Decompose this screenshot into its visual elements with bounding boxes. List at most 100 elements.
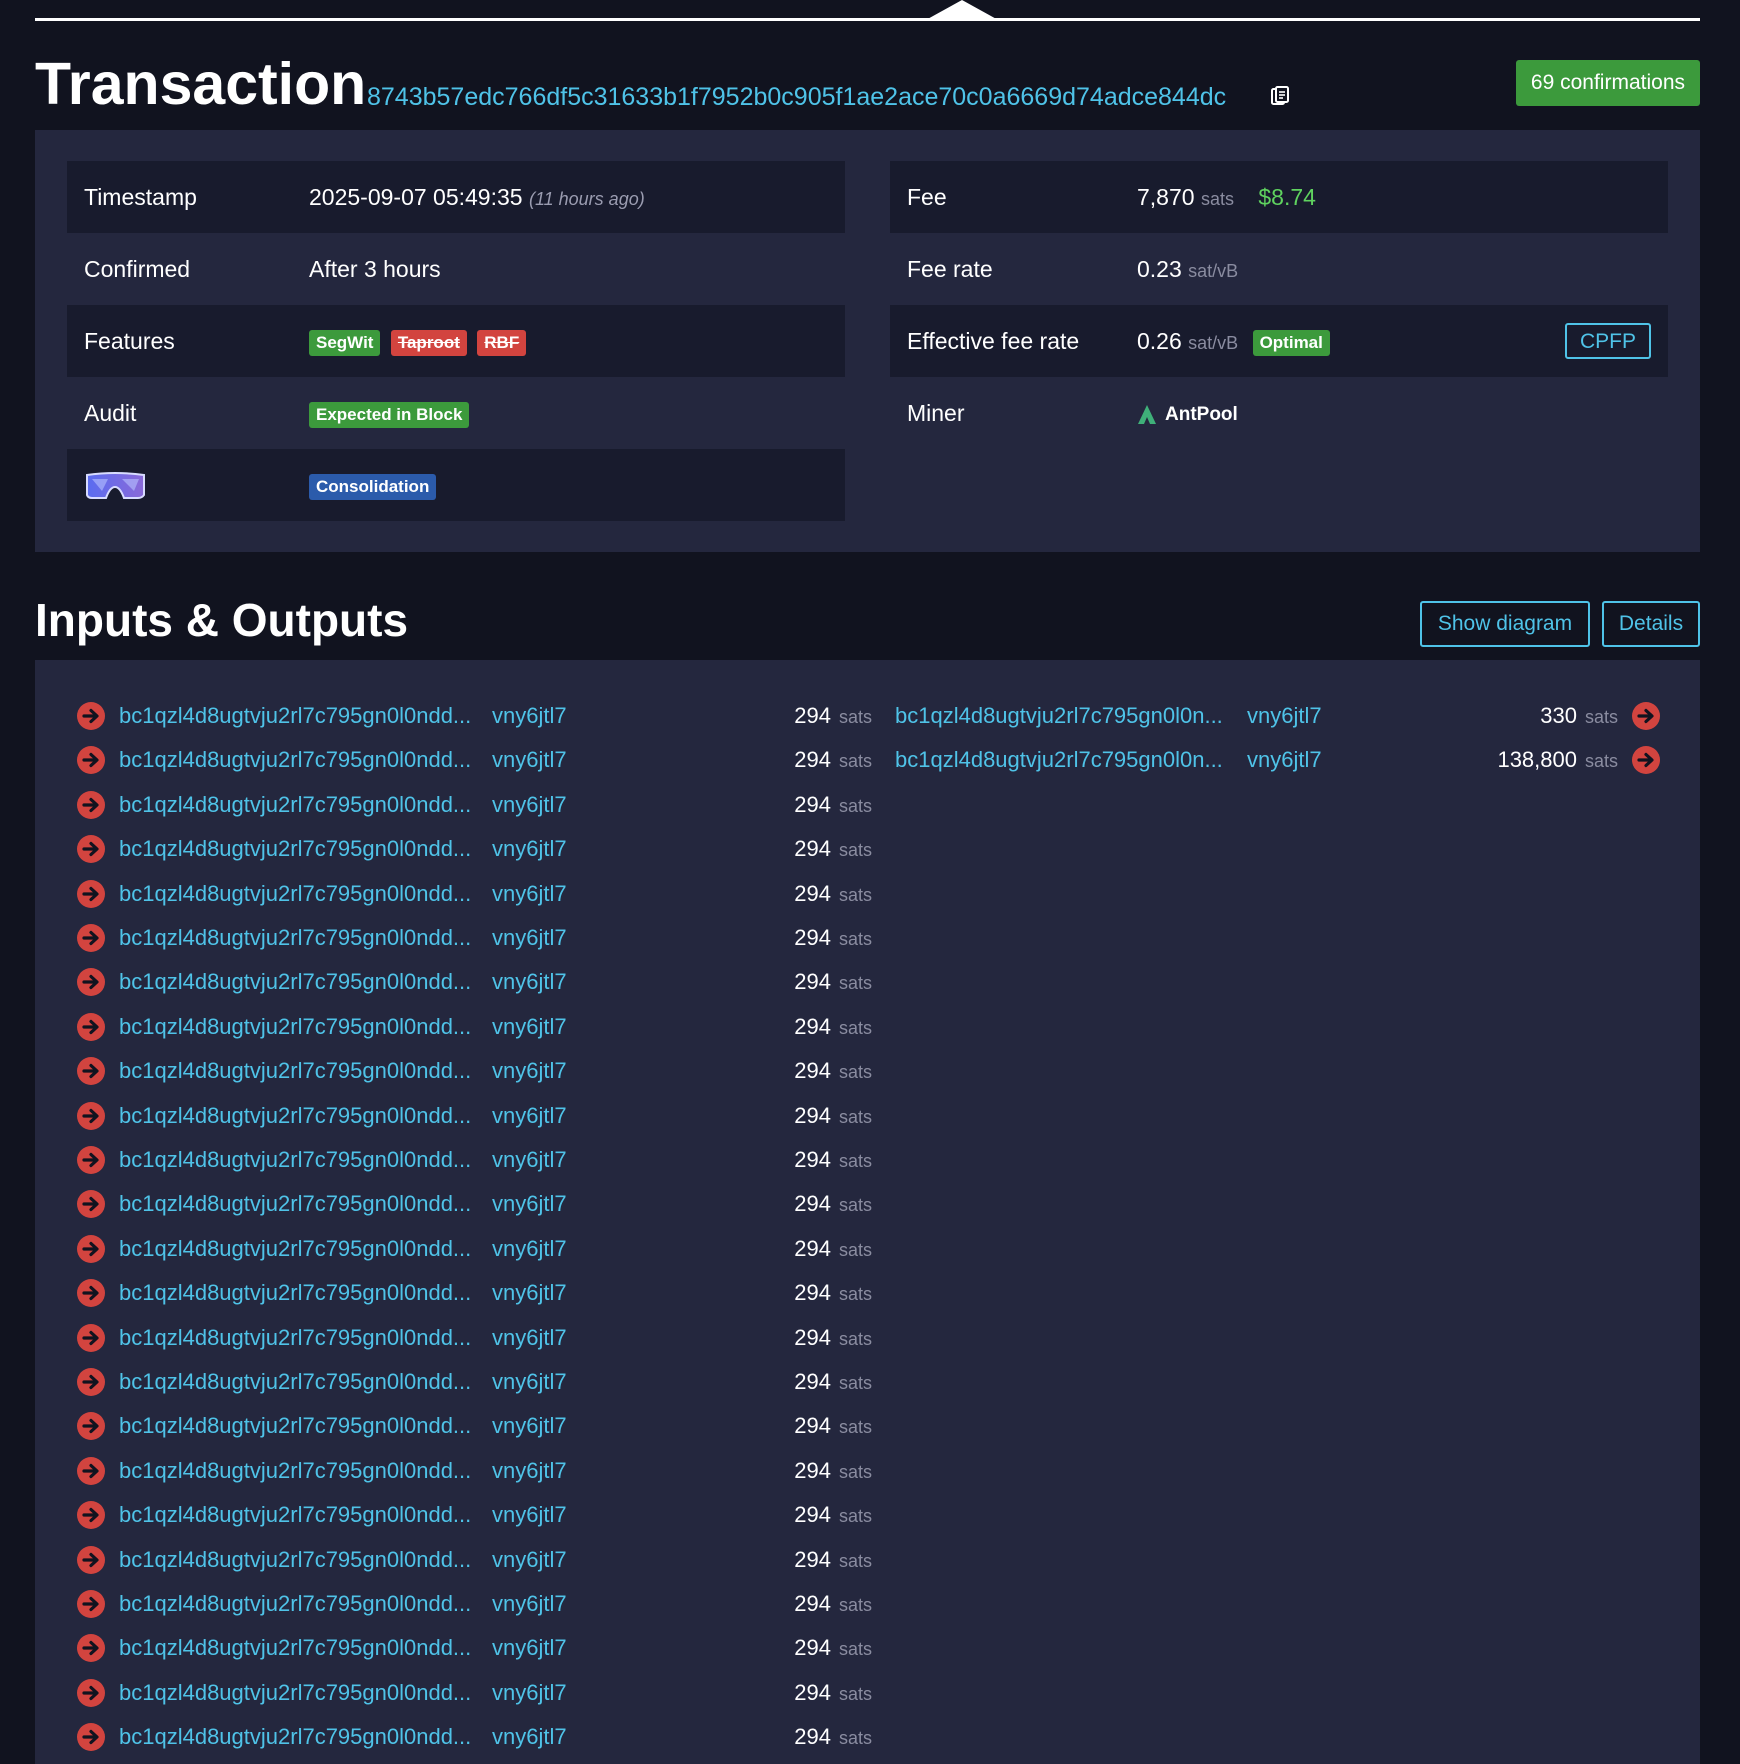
cpfp-button[interactable]: CPFP xyxy=(1564,323,1651,359)
input-address-start[interactable]: bc1qzl4d8ugtvju2rl7c795gn0l0ndd... xyxy=(119,1449,471,1493)
input-arrow-icon[interactable] xyxy=(77,1323,105,1352)
input-address-end[interactable]: vny6jtl7 xyxy=(492,1493,567,1537)
input-amount: 294 sats xyxy=(794,1316,872,1361)
input-arrow-icon[interactable] xyxy=(77,1501,105,1530)
input-address-end[interactable]: vny6jtl7 xyxy=(492,1138,567,1182)
input-address-end[interactable]: vny6jtl7 xyxy=(492,738,567,782)
input-address-start[interactable]: bc1qzl4d8ugtvju2rl7c795gn0l0ndd... xyxy=(119,1094,471,1138)
input-arrow-icon[interactable] xyxy=(77,1545,105,1574)
input-arrow-icon[interactable] xyxy=(77,1456,105,1485)
input-address-start[interactable]: bc1qzl4d8ugtvju2rl7c795gn0l0ndd... xyxy=(119,1182,471,1226)
output-address-end[interactable]: vny6jtl7 xyxy=(1247,738,1322,782)
output-address-start[interactable]: bc1qzl4d8ugtvju2rl7c795gn0l0n... xyxy=(895,738,1223,782)
input-address-end[interactable]: vny6jtl7 xyxy=(492,694,567,738)
input-arrow-icon[interactable] xyxy=(77,790,105,819)
input-address-start[interactable]: bc1qzl4d8ugtvju2rl7c795gn0l0ndd... xyxy=(119,1360,471,1404)
input-address-end[interactable]: vny6jtl7 xyxy=(492,1582,567,1626)
input-arrow-icon[interactable] xyxy=(77,1234,105,1263)
input-address-start[interactable]: bc1qzl4d8ugtvju2rl7c795gn0l0ndd... xyxy=(119,1582,471,1626)
txid-link[interactable]: 8743b57edc766df5c31633b1f7952b0c905f1ae2… xyxy=(367,81,1226,113)
input-address-end[interactable]: vny6jtl7 xyxy=(492,1094,567,1138)
input-address-start[interactable]: bc1qzl4d8ugtvju2rl7c795gn0l0ndd... xyxy=(119,1493,471,1537)
input-row: bc1qzl4d8ugtvju2rl7c795gn0l0ndd... vny6jt… xyxy=(35,694,872,738)
input-address-end[interactable]: vny6jtl7 xyxy=(492,960,567,1004)
input-address-end[interactable]: vny6jtl7 xyxy=(492,1316,567,1360)
input-amount-unit: sats xyxy=(838,929,872,949)
input-address-start[interactable]: bc1qzl4d8ugtvju2rl7c795gn0l0ndd... xyxy=(119,916,471,960)
input-amount: 294 sats xyxy=(794,1626,872,1671)
consolidation-badge[interactable]: Consolidation xyxy=(309,473,437,500)
audit-value: Expected in Block xyxy=(309,377,473,449)
miner-name[interactable]: AntPool xyxy=(1165,404,1238,425)
optimal-badge[interactable]: Optimal xyxy=(1252,329,1330,356)
input-arrow-icon[interactable] xyxy=(77,1101,105,1130)
input-address-end[interactable]: vny6jtl7 xyxy=(492,1626,567,1670)
input-address-start[interactable]: bc1qzl4d8ugtvju2rl7c795gn0l0ndd... xyxy=(119,1049,471,1093)
input-address-start[interactable]: bc1qzl4d8ugtvju2rl7c795gn0l0ndd... xyxy=(119,1671,471,1715)
input-arrow-icon[interactable] xyxy=(77,1678,105,1707)
input-address-start[interactable]: bc1qzl4d8ugtvju2rl7c795gn0l0ndd... xyxy=(119,1715,471,1759)
transaction-details-panel: Timestamp 2025-09-07 05:49:35 (11 hours … xyxy=(35,130,1700,552)
input-arrow-icon[interactable] xyxy=(77,924,105,952)
output-address-end[interactable]: vny6jtl7 xyxy=(1247,694,1322,738)
miner-value[interactable]: AntPool xyxy=(1137,377,1238,451)
input-address-end[interactable]: vny6jtl7 xyxy=(492,1005,567,1049)
output-arrow-icon[interactable] xyxy=(1632,746,1660,775)
input-address-start[interactable]: bc1qzl4d8ugtvju2rl7c795gn0l0ndd... xyxy=(119,827,471,871)
input-address-start[interactable]: bc1qzl4d8ugtvju2rl7c795gn0l0ndd... xyxy=(119,694,471,738)
input-arrow-icon[interactable] xyxy=(77,1012,105,1041)
input-arrow-icon[interactable] xyxy=(77,1412,105,1441)
input-arrow-icon[interactable] xyxy=(77,968,105,997)
input-address-start[interactable]: bc1qzl4d8ugtvju2rl7c795gn0l0ndd... xyxy=(119,1271,471,1315)
input-address-start[interactable]: bc1qzl4d8ugtvju2rl7c795gn0l0ndd... xyxy=(119,738,471,782)
input-address-start[interactable]: bc1qzl4d8ugtvju2rl7c795gn0l0ndd... xyxy=(119,1626,471,1670)
input-arrow-icon[interactable] xyxy=(77,1057,105,1086)
details-button[interactable]: Details xyxy=(1602,601,1700,647)
input-address-end[interactable]: vny6jtl7 xyxy=(492,872,567,916)
input-arrow-icon[interactable] xyxy=(77,1190,105,1219)
input-arrow-icon[interactable] xyxy=(77,1146,105,1174)
input-arrow-icon[interactable] xyxy=(77,702,105,730)
input-amount-value: 294 xyxy=(794,1280,831,1306)
taproot-badge[interactable]: Taproot xyxy=(390,329,467,356)
input-address-start[interactable]: bc1qzl4d8ugtvju2rl7c795gn0l0ndd... xyxy=(119,1005,471,1049)
clipboard-icon[interactable] xyxy=(1271,86,1289,106)
input-address-start[interactable]: bc1qzl4d8ugtvju2rl7c795gn0l0ndd... xyxy=(119,1316,471,1360)
input-arrow-icon[interactable] xyxy=(77,835,105,864)
input-address-start[interactable]: bc1qzl4d8ugtvju2rl7c795gn0l0ndd... xyxy=(119,1538,471,1582)
input-address-end[interactable]: vny6jtl7 xyxy=(492,1538,567,1582)
input-arrow-icon[interactable] xyxy=(77,746,105,775)
input-arrow-icon[interactable] xyxy=(77,879,105,908)
input-address-end[interactable]: vny6jtl7 xyxy=(492,1182,567,1226)
input-address-start[interactable]: bc1qzl4d8ugtvju2rl7c795gn0l0ndd... xyxy=(119,783,471,827)
input-address-end[interactable]: vny6jtl7 xyxy=(492,1049,567,1093)
antpool-logo-icon xyxy=(1138,404,1156,424)
input-address-start[interactable]: bc1qzl4d8ugtvju2rl7c795gn0l0ndd... xyxy=(119,1138,471,1182)
expected-in-block-badge[interactable]: Expected in Block xyxy=(309,401,470,428)
input-arrow-icon[interactable] xyxy=(77,1634,105,1663)
input-address-end[interactable]: vny6jtl7 xyxy=(492,1271,567,1315)
input-address-start[interactable]: bc1qzl4d8ugtvju2rl7c795gn0l0ndd... xyxy=(119,872,471,916)
input-address-end[interactable]: vny6jtl7 xyxy=(492,1360,567,1404)
input-address-start[interactable]: bc1qzl4d8ugtvju2rl7c795gn0l0ndd... xyxy=(119,960,471,1004)
rbf-badge[interactable]: RBF xyxy=(477,329,527,356)
input-address-end[interactable]: vny6jtl7 xyxy=(492,1404,567,1448)
input-arrow-icon[interactable] xyxy=(77,1368,105,1396)
output-address-start[interactable]: bc1qzl4d8ugtvju2rl7c795gn0l0n... xyxy=(895,694,1223,738)
input-address-start[interactable]: bc1qzl4d8ugtvju2rl7c795gn0l0ndd... xyxy=(119,1227,471,1271)
input-arrow-icon[interactable] xyxy=(77,1590,105,1618)
input-arrow-icon[interactable] xyxy=(77,1279,105,1308)
miner-label: Miner xyxy=(907,400,965,426)
segwit-badge[interactable]: SegWit xyxy=(309,329,381,356)
input-address-end[interactable]: vny6jtl7 xyxy=(492,827,567,871)
output-arrow-icon[interactable] xyxy=(1632,702,1660,730)
input-address-end[interactable]: vny6jtl7 xyxy=(492,916,567,960)
show-diagram-button[interactable]: Show diagram xyxy=(1420,601,1590,647)
input-address-end[interactable]: vny6jtl7 xyxy=(492,1449,567,1493)
input-arrow-icon[interactable] xyxy=(77,1723,105,1752)
input-address-end[interactable]: vny6jtl7 xyxy=(492,1227,567,1271)
input-address-end[interactable]: vny6jtl7 xyxy=(492,1715,567,1759)
input-address-start[interactable]: bc1qzl4d8ugtvju2rl7c795gn0l0ndd... xyxy=(119,1404,471,1448)
input-address-end[interactable]: vny6jtl7 xyxy=(492,783,567,827)
input-address-end[interactable]: vny6jtl7 xyxy=(492,1671,567,1715)
